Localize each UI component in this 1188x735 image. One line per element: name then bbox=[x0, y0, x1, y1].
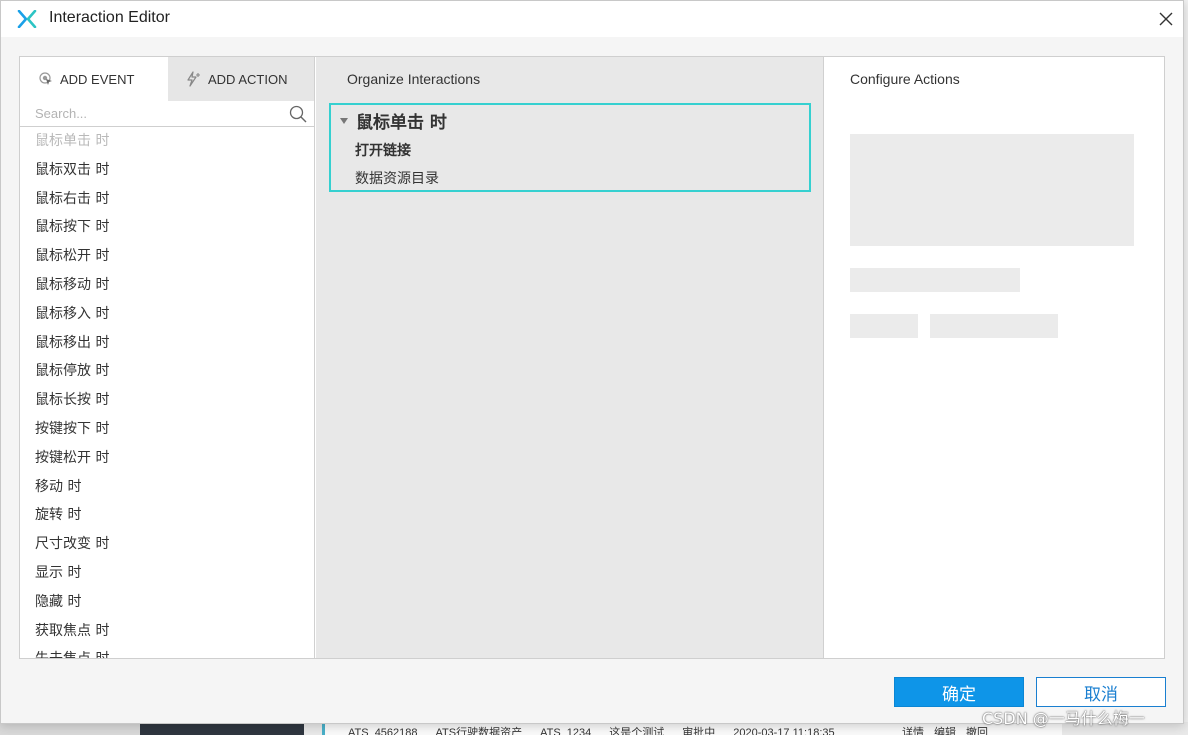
case-event-label: 鼠标单击 时 bbox=[356, 113, 447, 133]
organize-interactions-title: Organize Interactions bbox=[347, 71, 481, 87]
background-edit-link[interactable]: 编辑 bbox=[934, 727, 956, 735]
event-item[interactable]: 鼠标长按 时 bbox=[20, 386, 314, 415]
search-icon[interactable] bbox=[289, 105, 307, 123]
event-item: 鼠标单击 时 bbox=[35, 133, 110, 149]
lightning-sparkle-icon bbox=[187, 71, 200, 87]
watermark: CSDN @一马什么梅一 bbox=[982, 709, 1145, 728]
background-table-row: ATS_4562188 ATS行驶数据资产 ATS_1234 这是个测试 审批中 2020… bbox=[348, 727, 835, 735]
case-action-target[interactable]: 数据资源目录 bbox=[355, 168, 439, 188]
case-action-label[interactable]: 打开链接 bbox=[355, 140, 411, 160]
organize-interactions-panel: Organize Interactions 鼠标单击 时 打开链接 数据资源目录 bbox=[316, 57, 824, 658]
event-list: 鼠标单击 时鼠标双击 时鼠标右击 时鼠标按下 时鼠标松开 时鼠标移动 时鼠标移入… bbox=[20, 127, 314, 658]
ok-button[interactable]: 确定 bbox=[894, 677, 1024, 707]
interaction-case[interactable]: 鼠标单击 时 打开链接 数据资源目录 bbox=[329, 103, 811, 192]
event-item[interactable]: 隐藏 时 bbox=[20, 588, 314, 617]
event-item[interactable]: 旋转 时 bbox=[20, 501, 314, 530]
interaction-editor-dialog: Interaction Editor ADD EVENT ADD ACTION … bbox=[0, 0, 1184, 724]
collapse-triangle-icon[interactable] bbox=[340, 117, 348, 124]
configure-actions-panel: Configure Actions bbox=[825, 57, 1164, 658]
screen: ATS_4562188 ATS行驶数据资产 ATS_1234 这是个测试 审批中 2020… bbox=[0, 0, 1188, 735]
search-input[interactable] bbox=[20, 101, 288, 126]
event-panel: ADD EVENT ADD ACTION Search... 鼠标单击 时 鼠标… bbox=[20, 57, 315, 658]
event-item[interactable]: 鼠标移入 时 bbox=[20, 300, 314, 329]
event-item[interactable]: 鼠标双击 时 bbox=[20, 156, 314, 185]
placeholder-block-wide bbox=[930, 314, 1058, 338]
placeholder-block-medium bbox=[850, 268, 1020, 292]
event-item[interactable]: 尺寸改变 时 bbox=[20, 530, 314, 559]
window-title: Interaction Editor bbox=[49, 9, 170, 26]
event-action-tabs: ADD EVENT ADD ACTION bbox=[20, 57, 314, 101]
event-item[interactable]: 鼠标移出 时 bbox=[20, 329, 314, 358]
tab-add-action-label: ADD ACTION bbox=[208, 71, 288, 87]
event-item[interactable]: 鼠标停放 时 bbox=[20, 357, 314, 386]
event-item[interactable]: 按键按下 时 bbox=[20, 415, 314, 444]
tab-add-event[interactable]: ADD EVENT bbox=[20, 57, 167, 101]
configure-actions-title: Configure Actions bbox=[850, 71, 960, 87]
cursor-click-icon bbox=[39, 72, 52, 85]
background-detail-link[interactable]: 详情 bbox=[902, 727, 924, 735]
placeholder-block-large bbox=[850, 134, 1134, 246]
event-item[interactable]: 显示 时 bbox=[20, 559, 314, 588]
event-item[interactable]: 获取焦点 时 bbox=[20, 617, 314, 646]
case-event-header[interactable]: 鼠标单击 时 bbox=[340, 108, 447, 133]
axure-logo-icon bbox=[17, 10, 37, 28]
event-item[interactable]: 鼠标移动 时 bbox=[20, 271, 314, 300]
event-item[interactable]: 鼠标松开 时 bbox=[20, 242, 314, 271]
event-search bbox=[20, 101, 314, 127]
tab-add-event-label: ADD EVENT bbox=[60, 71, 135, 87]
event-item[interactable]: 移动 时 bbox=[20, 473, 314, 502]
editor-panels: ADD EVENT ADD ACTION Search... 鼠标单击 时 鼠标… bbox=[19, 56, 1165, 659]
cancel-button[interactable]: 取消 bbox=[1036, 677, 1166, 707]
event-item[interactable]: 按键松开 时 bbox=[20, 444, 314, 473]
close-icon[interactable] bbox=[1158, 11, 1174, 27]
event-item[interactable]: 鼠标按下 时 bbox=[20, 213, 314, 242]
placeholder-block-small bbox=[850, 314, 918, 338]
title-bar: Interaction Editor bbox=[1, 1, 1183, 37]
tab-add-action[interactable]: ADD ACTION bbox=[168, 57, 314, 101]
event-item[interactable]: 鼠标右击 时 bbox=[20, 185, 314, 214]
event-item[interactable]: 失去焦点 时 bbox=[20, 645, 314, 658]
